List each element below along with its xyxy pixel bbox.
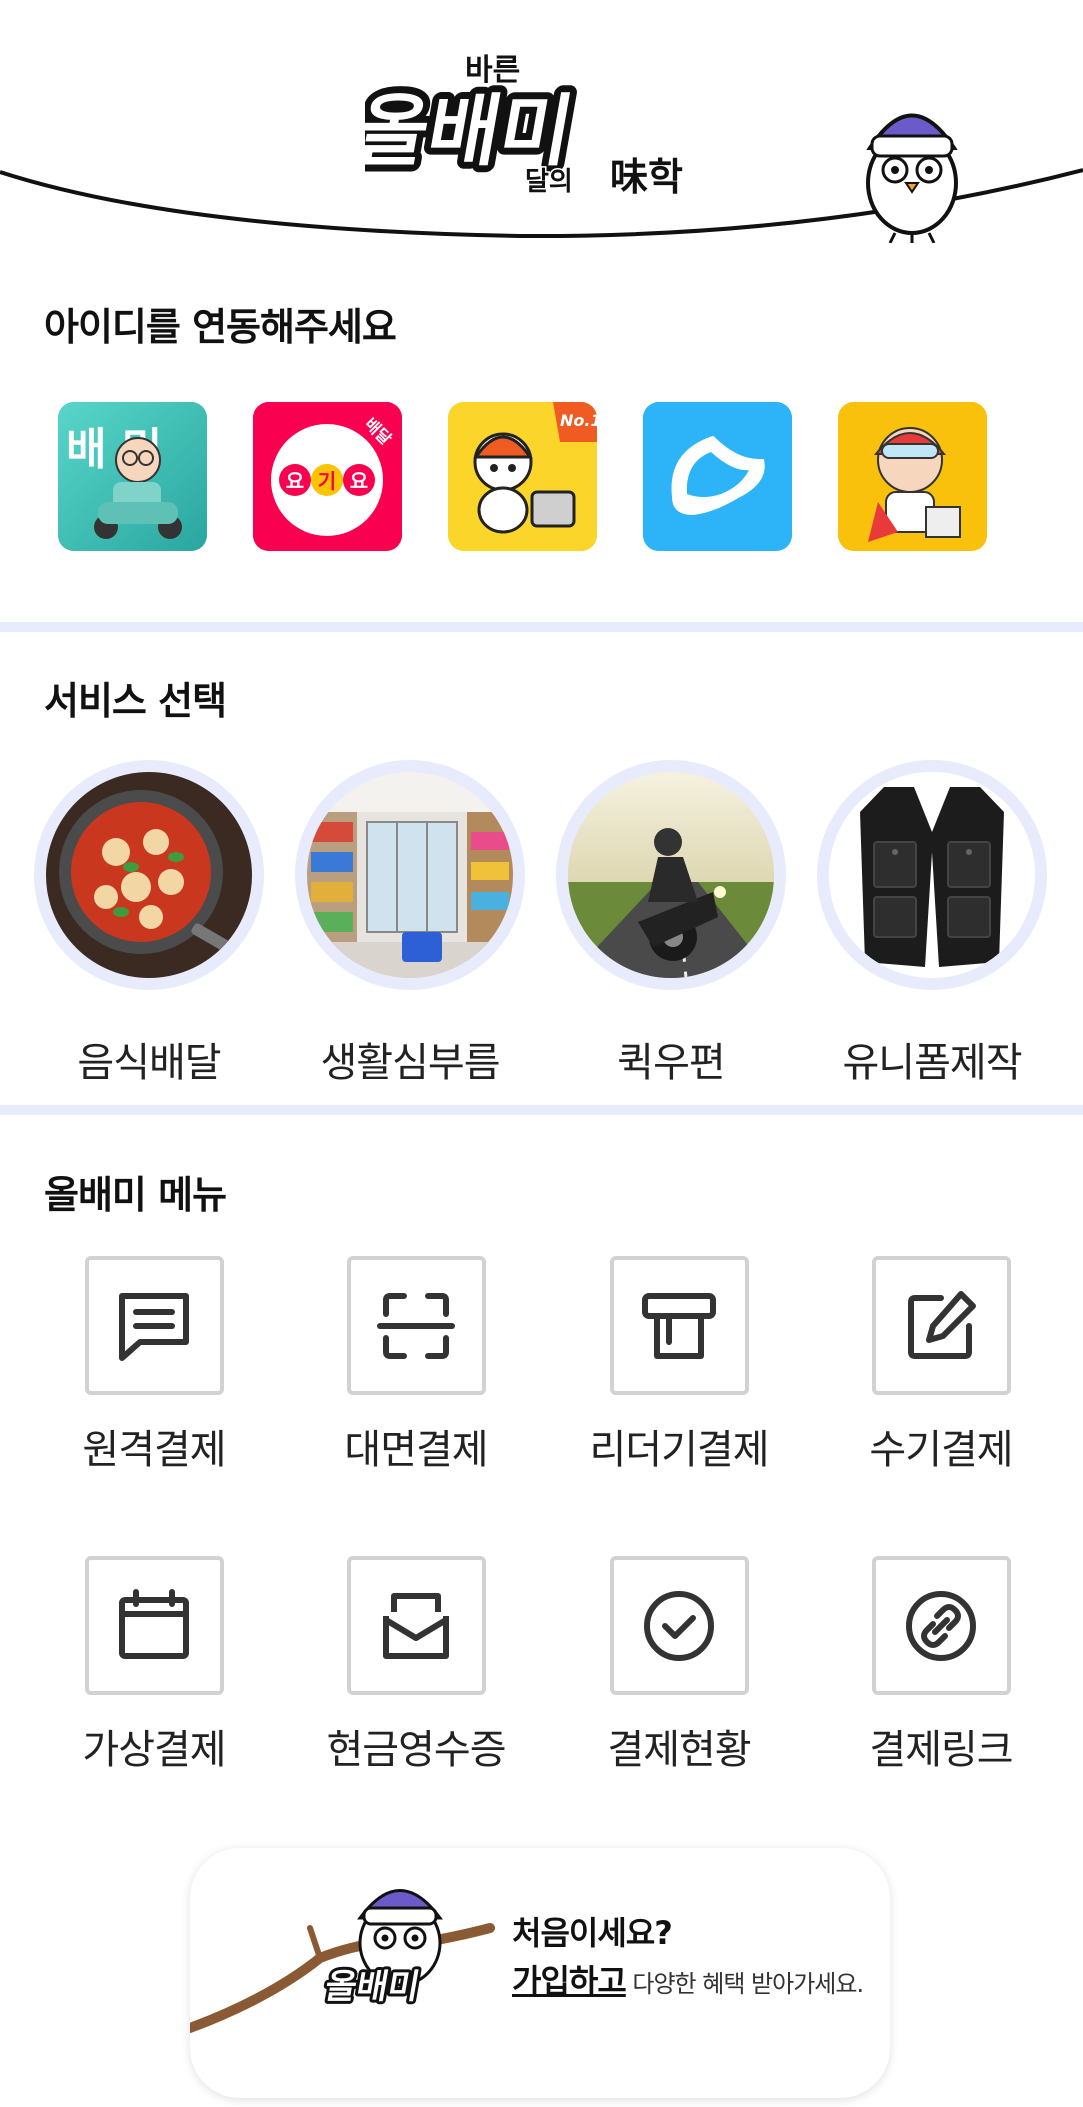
- chat-icon: [119, 1292, 189, 1361]
- svg-text:올배미: 올배미: [365, 86, 580, 177]
- service-uniform-label: 유니폼제작: [842, 1040, 1023, 1086]
- svg-text:바른: 바른: [465, 53, 520, 88]
- menu-label: 대면결제: [344, 1427, 488, 1473]
- svg-text:요: 요: [350, 469, 368, 493]
- service-errand[interactable]: 생활심부름: [295, 760, 525, 1088]
- menu-label: 가상결제: [82, 1727, 226, 1773]
- service-store-image: [295, 760, 525, 990]
- card-reader-icon: [642, 1292, 716, 1359]
- edit-icon: [908, 1290, 976, 1359]
- menu-virtual-payment[interactable]: 가상결제: [54, 1556, 254, 1775]
- service-motorcycle-image: [556, 760, 786, 990]
- signup-card[interactable]: 올배미 처음이세요? 가입하고 다양한 혜택 받아가세요.: [190, 1848, 890, 2098]
- svg-text:No.1: No.1: [560, 411, 597, 430]
- section-divider: [0, 622, 1083, 632]
- brand-logo: 올배미 올배미 바른 달의 味학: [342, 40, 725, 210]
- envelope-icon: [383, 1592, 449, 1659]
- menu-label: 결제링크: [869, 1727, 1013, 1773]
- calendar-icon: [119, 1588, 189, 1659]
- scan-icon: [377, 1292, 455, 1359]
- link-icon: [906, 1590, 976, 1661]
- svg-text:기: 기: [318, 469, 336, 493]
- app-baemin[interactable]: 배 민: [58, 402, 207, 551]
- owl-mascot-icon: [850, 88, 975, 244]
- service-food-delivery[interactable]: 음식배달: [34, 760, 264, 1088]
- app-wing[interactable]: [643, 402, 792, 551]
- service-quick-label: 퀵우편: [617, 1040, 725, 1086]
- menu-label: 수기결제: [869, 1427, 1013, 1473]
- owl-branch-icon: 올배미: [190, 1889, 495, 2033]
- signup-question: 처음이세요?: [512, 1914, 673, 1952]
- service-food-image: [34, 760, 264, 990]
- service-quick[interactable]: 퀵우편: [556, 760, 786, 1088]
- linked-apps-row: 배 민 배달 요 기 요 No.1: [58, 402, 1018, 552]
- link-section-title: 아이디를 연동해주세요: [44, 305, 397, 349]
- service-section-title: 서비스 선택: [44, 679, 227, 723]
- app-header: 올배미 올배미 바른 달의 味학: [0, 0, 1083, 250]
- menu-label: 현금영수증: [326, 1727, 507, 1773]
- section-divider: [0, 1105, 1083, 1115]
- service-errand-label: 생활심부름: [320, 1040, 501, 1086]
- menu-section-title: 올배미 메뉴: [44, 1173, 227, 1217]
- signup-link[interactable]: 가입하고: [512, 1962, 627, 2000]
- service-food-label: 음식배달: [77, 1040, 221, 1086]
- menu-payment-link[interactable]: 결제링크: [841, 1556, 1041, 1775]
- app-yogiyo[interactable]: 배달 요 기 요: [253, 402, 402, 551]
- menu-label: 결제현황: [607, 1727, 751, 1773]
- menu-label: 원격결제: [82, 1427, 226, 1473]
- svg-text:올배미: 올배미: [322, 1967, 423, 2007]
- app-character[interactable]: [838, 402, 987, 551]
- svg-text:요: 요: [286, 469, 304, 493]
- menu-remote-payment[interactable]: 원격결제: [54, 1256, 254, 1475]
- check-circle-icon: [644, 1590, 714, 1661]
- menu-reader-payment[interactable]: 리더기결제: [579, 1256, 779, 1475]
- svg-text:달의: 달의: [525, 167, 573, 197]
- svg-text:味학: 味학: [610, 155, 683, 199]
- service-vest-image: [817, 760, 1047, 990]
- signup-description: 다양한 혜택 받아가세요.: [625, 1970, 864, 1998]
- app-no1-delivery[interactable]: No.1: [448, 402, 597, 551]
- menu-manual-payment[interactable]: 수기결제: [841, 1256, 1041, 1475]
- menu-label: 리더기결제: [589, 1427, 770, 1473]
- menu-face-payment[interactable]: 대면결제: [316, 1256, 516, 1475]
- service-uniform[interactable]: 유니폼제작: [817, 760, 1047, 1088]
- menu-cash-receipt[interactable]: 현금영수증: [316, 1556, 516, 1775]
- menu-payment-status[interactable]: 결제현황: [579, 1556, 779, 1775]
